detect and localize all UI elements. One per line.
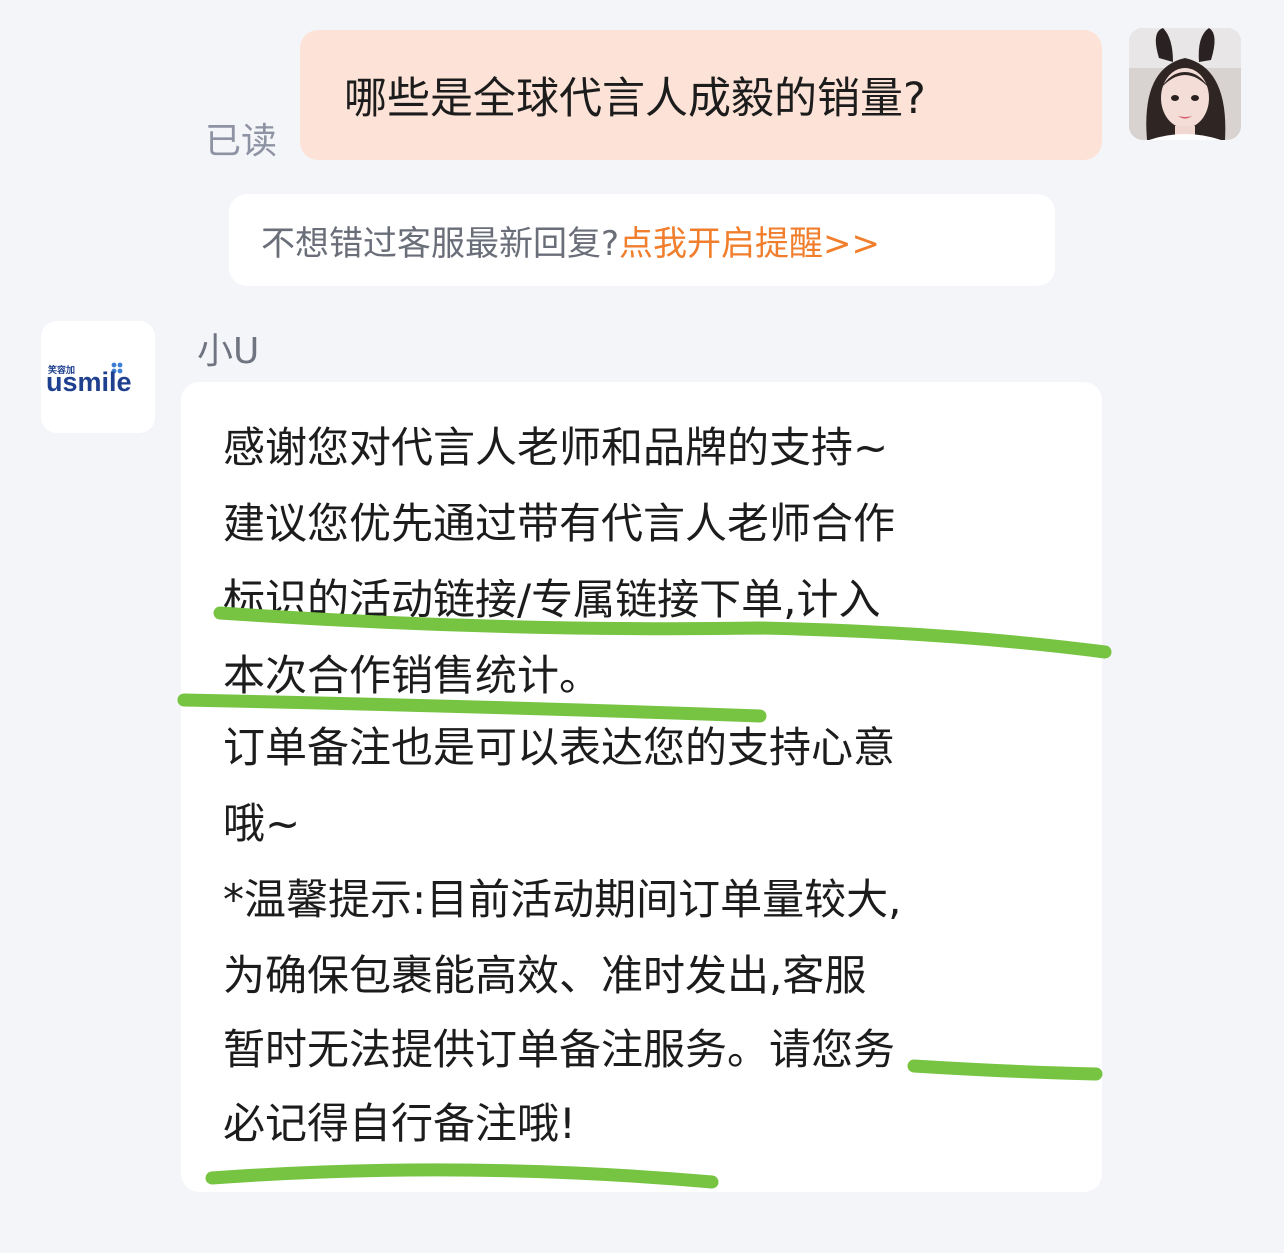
enable-reminder-link[interactable]: 点我开启提醒>> [619,216,880,265]
agent-message-line: *温馨提示:目前活动期间订单量较大, [223,875,902,924]
agent-avatar[interactable]: 笑容加 usmile [41,321,155,433]
user-message-text: 哪些是全球代言人成毅的销量? [344,74,926,124]
agent-message-line: 订单备注也是可以表达您的支持心意 [223,723,896,772]
agent-message-line: 标识的活动链接/专属链接下单,计入 [223,575,881,624]
agent-message-line: 建议您优先通过带有代言人老师合作 [223,499,896,548]
user-message-bubble[interactable]: 哪些是全球代言人成毅的销量? [300,30,1102,160]
agent-name: 小U [197,331,260,372]
reminder-bar: 不想错过客服最新回复? 点我开启提醒>> [229,194,1055,286]
agent-message-line: 必记得自行备注哦! [223,1099,576,1148]
agent-message-line: 本次合作销售统计。 [223,651,602,700]
usmile-logo: usmile [46,367,132,397]
agent-message-line: 哦~ [223,799,301,848]
agent-message-line: 为确保包裹能高效、准时发出,客服 [223,951,867,1000]
agent-message-line: 暂时无法提供订单备注服务。请您务 [223,1025,896,1074]
agent-message-line: 感谢您对代言人老师和品牌的支持~ [223,423,889,472]
reminder-text: 不想错过客服最新回复? [261,223,620,264]
user-avatar[interactable] [1129,28,1241,140]
read-status: 已读 [205,121,278,162]
